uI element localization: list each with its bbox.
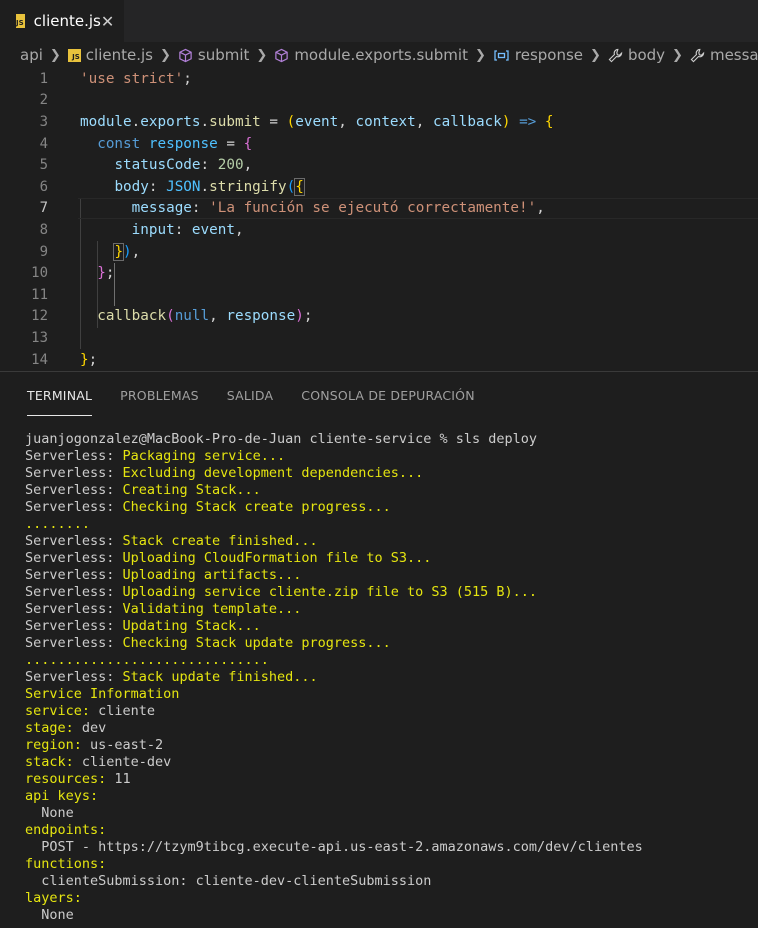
terminal-line: juanjogonzalez@MacBook-Pro-de-Juan clien… [25,431,538,447]
tab-label: cliente.js [33,12,101,30]
code-line: 9 }), [0,241,758,263]
code-line: 10 }; [0,262,758,284]
line-number: 13 [31,329,48,346]
breadcrumb-file[interactable]: cliente.js [86,46,153,64]
terminal-line: region: us-east-2 [25,737,164,753]
terminal-line: Serverless: Checking Stack create progre… [25,499,391,515]
chevron-right-icon: ❯ [672,47,683,63]
line-number: 2 [39,92,48,109]
line-number: 12 [31,308,48,325]
terminal-line: stage: dev [25,720,107,736]
terminal-line: functions: [25,856,107,872]
line-number: 11 [31,286,48,303]
code-line: 13 [0,327,758,349]
variable-icon [493,49,510,62]
tab-problemas[interactable]: PROBLEMAS [120,372,199,415]
tab-consola-depuracion[interactable]: CONSOLA DE DEPURACIÓN [301,372,475,415]
terminal-line: Serverless: Stack create finished... [25,533,318,549]
chevron-right-icon: ❯ [159,47,171,63]
terminal-line: .............................. [25,652,269,668]
line-number: 14 [31,351,48,368]
code-line: 8 input: event, [0,219,758,241]
terminal-line: service: cliente [25,703,156,719]
terminal-line: ........ [25,516,91,532]
breadcrumb-folder[interactable]: api [20,46,43,64]
terminal-line: None [25,907,74,923]
terminal-line: Service Information [25,686,180,702]
code-line: 3 module.exports.submit = (event, context… [0,111,758,133]
chevron-right-icon: ❯ [49,47,61,63]
cube-icon [274,48,289,63]
terminal-line: Serverless: Validating template... [25,601,302,617]
chevron-right-icon: ❯ [256,47,268,63]
terminal-line: stack: cliente-dev [25,754,172,770]
terminal-line: Serverless: Uploading CloudFormation fil… [25,550,432,566]
code-line: 11 [0,284,758,306]
terminal-line: clienteSubmission: cliente-dev-clienteSu… [25,873,432,889]
terminal-line: api keys: [25,788,99,804]
code-line-active: 7 message: 'La función se ejecutó correc… [0,197,758,220]
terminal-line: Serverless: Uploading artifacts... [25,567,302,583]
terminal-line: Serverless: Creating Stack... [25,482,261,498]
line-number: 9 [39,243,48,260]
terminal-output[interactable]: juanjogonzalez@MacBook-Pro-de-Juan clien… [25,431,643,924]
code-line: 1'use strict'; [0,68,758,90]
terminal-line: Serverless: Updating Stack... [25,618,261,634]
code-line: 4 const response = { [0,133,758,155]
bottom-panel: TERMINAL PROBLEMAS SALIDA CONSOLA DE DEP… [0,371,758,928]
terminal-line: POST - https://tzym9tibcg.execute-api.us… [25,839,643,855]
cube-icon [178,48,193,63]
breadcrumb-symbol-response[interactable]: response [515,46,583,64]
terminal-line: endpoints: [25,822,107,838]
code-editor[interactable]: 1'use strict'; 2 3 module.exports.submit … [0,68,758,373]
line-number: 3 [39,113,48,130]
wrench-icon [608,48,623,63]
code-line: 6 body: JSON.stringify({ [0,176,758,198]
line-number: 5 [39,157,48,174]
terminal-line: Serverless: Stack update finished... [25,669,318,685]
terminal-line: layers: [25,890,82,906]
javascript-file-icon: JS [67,48,81,62]
line-number: 7 [39,200,48,217]
line-number: 1 [39,70,48,87]
terminal-line: resources: 11 [25,771,131,787]
breadcrumb-symbol-message[interactable]: message [710,46,758,64]
code-line: 12 callback(null, response); [0,306,758,328]
chevron-right-icon: ❯ [590,47,601,63]
line-number: 8 [39,221,48,238]
breadcrumb-symbol-submit[interactable]: submit [198,46,250,64]
tab-cliente-js[interactable]: JS cliente.js ✕ [0,0,124,42]
panel-tabs: TERMINAL PROBLEMAS SALIDA CONSOLA DE DEP… [0,372,758,422]
code-line: 14}; [0,349,758,371]
javascript-file-icon: JS [16,14,25,28]
tab-terminal[interactable]: TERMINAL [27,372,93,416]
editor-tab-bar: JS cliente.js ✕ [0,0,758,42]
terminal-line: Serverless: Packaging service... [25,448,286,464]
terminal-line: None [25,805,74,821]
line-number: 10 [31,265,48,282]
terminal-line: Serverless: Excluding development depend… [25,465,424,481]
breadcrumb-symbol-module-exports-submit[interactable]: module.exports.submit [294,46,468,64]
code-line: 2 [0,90,758,112]
breadcrumb: api ❯ JS cliente.js ❯ submit ❯ module.ex… [0,42,758,68]
breadcrumb-symbol-body[interactable]: body [628,46,665,64]
terminal-line: Serverless: Uploading service cliente.zi… [25,584,538,600]
chevron-right-icon: ❯ [474,47,486,63]
line-number: 6 [39,178,48,195]
terminal-line: Serverless: Checking Stack update progre… [25,635,391,651]
tab-salida[interactable]: SALIDA [227,372,274,415]
wrench-icon [690,48,705,63]
code-line: 5 statusCode: 200, [0,154,758,176]
line-number: 4 [39,135,48,152]
close-icon[interactable]: ✕ [101,12,114,31]
